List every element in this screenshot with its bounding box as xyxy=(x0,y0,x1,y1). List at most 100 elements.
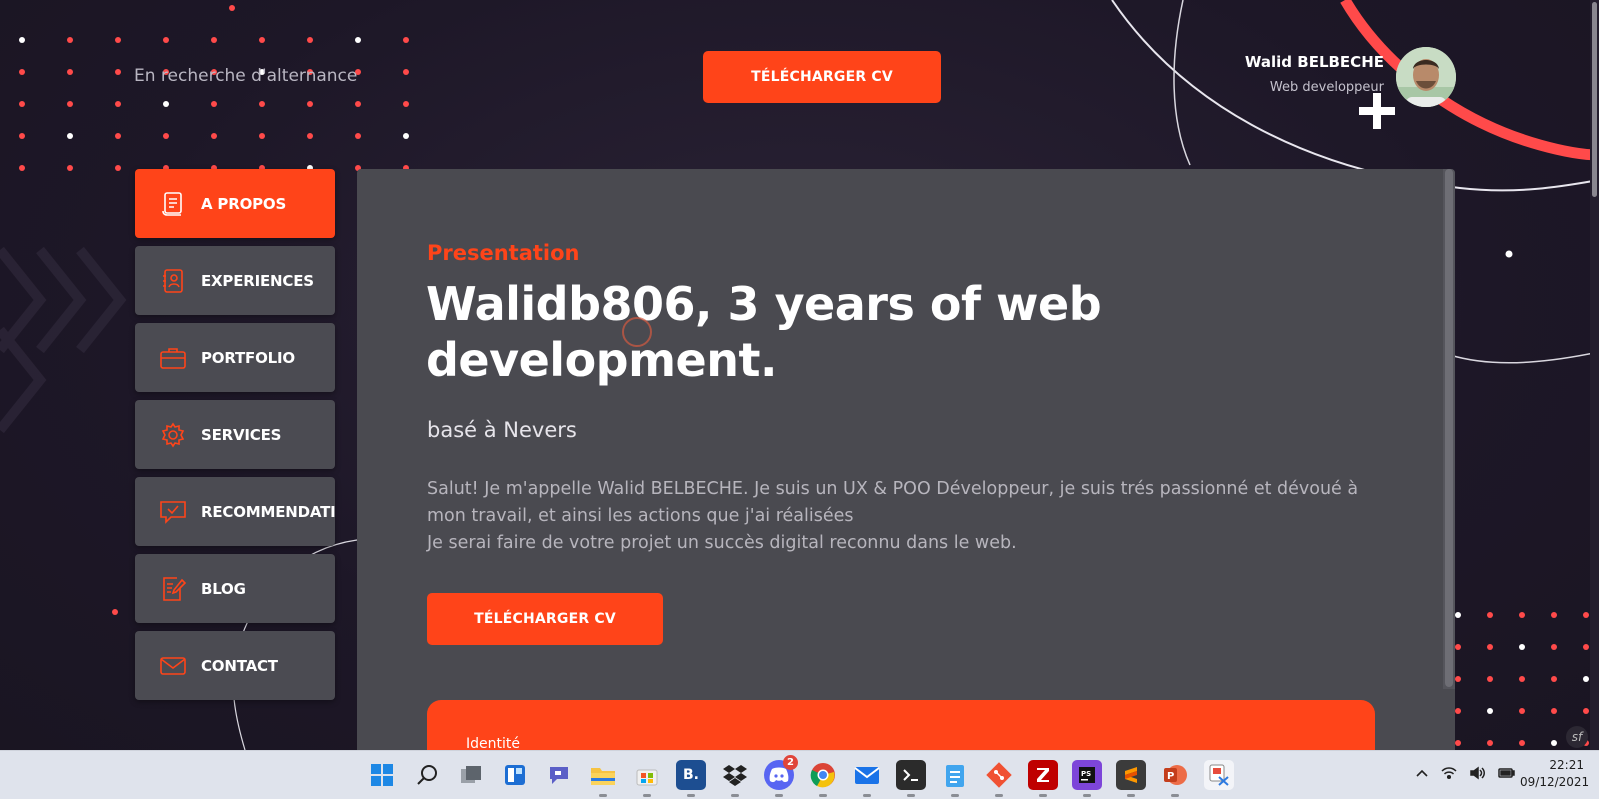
discord-icon[interactable]: 2 xyxy=(764,755,798,797)
gear-icon xyxy=(159,421,187,449)
decorative-dot xyxy=(1519,644,1525,650)
widgets-icon[interactable] xyxy=(500,760,530,790)
sidebar-item-blog[interactable]: BLOG xyxy=(135,554,335,623)
briefcase-icon xyxy=(159,344,187,372)
sidebar-item-recommendations[interactable]: RECOMMENDATI xyxy=(135,477,335,546)
search-icon[interactable] xyxy=(412,760,442,790)
decorative-dot xyxy=(1583,708,1589,714)
page-title: Walidb806, 3 years of web development. xyxy=(426,277,1102,387)
sidebar-item-experiences[interactable]: EXPERIENCES xyxy=(135,246,335,315)
chevron-up-icon[interactable] xyxy=(1415,766,1429,784)
taskbar: B. 2 PS P 22:21 09/12/2021 xyxy=(0,750,1599,799)
clock-date: 09/12/2021 xyxy=(1520,775,1590,789)
phpstorm-icon[interactable]: PS xyxy=(1072,760,1102,797)
volume-icon[interactable] xyxy=(1469,766,1485,784)
git-icon[interactable] xyxy=(984,760,1014,797)
envelope-icon xyxy=(159,652,187,680)
panel-scrollbar[interactable] xyxy=(1443,169,1455,689)
cursor-ring-icon xyxy=(622,317,652,347)
svg-text:PS: PS xyxy=(1081,770,1091,778)
decorative-dot xyxy=(1487,612,1493,618)
sidebar-item-a-propos[interactable]: A PROPOS xyxy=(135,169,335,238)
decorative-dot xyxy=(1455,708,1461,714)
section-eyebrow: Presentation xyxy=(427,241,580,265)
decorative-dot xyxy=(1519,740,1525,746)
sidebar-item-label: A PROPOS xyxy=(201,194,287,213)
file-explorer-icon[interactable] xyxy=(588,760,618,797)
teams-chat-icon[interactable] xyxy=(544,760,574,790)
mail-icon[interactable] xyxy=(852,760,882,797)
bootstrap-studio-icon[interactable]: B. xyxy=(676,760,706,797)
discord-badge: 2 xyxy=(783,755,798,770)
decorative-dot xyxy=(1551,644,1557,650)
sidebar-item-label: PORTFOLIO xyxy=(201,348,295,367)
tagline: En recherche d'alternance xyxy=(134,66,358,86)
filezilla-icon[interactable] xyxy=(1028,760,1058,797)
decorative-dot xyxy=(1455,644,1461,650)
about-panel: Presentation Walidb806, 3 years of web d… xyxy=(357,169,1455,750)
battery-icon[interactable] xyxy=(1497,766,1515,784)
panel-scrollbar-thumb[interactable] xyxy=(1445,169,1453,687)
chrome-icon[interactable] xyxy=(808,760,838,797)
decorative-dot xyxy=(1519,676,1525,682)
identity-label: Identité xyxy=(466,736,520,750)
sidebar-item-contact[interactable]: CONTACT xyxy=(135,631,335,700)
page-scrollbar[interactable] xyxy=(1590,0,1599,750)
decorative-dot xyxy=(1487,740,1493,746)
contact-book-icon xyxy=(159,267,187,295)
wifi-icon[interactable] xyxy=(1441,766,1457,784)
sidebar-nav: A PROPOS EXPERIENCES PORTFOLIO SERVICES … xyxy=(135,169,335,708)
decorative-dot xyxy=(1551,740,1557,746)
bio-line: Je serai faire de votre projet un succès… xyxy=(427,533,1017,553)
decorative-dot xyxy=(1519,708,1525,714)
clock-time: 22:21 xyxy=(1549,758,1584,772)
avatar[interactable] xyxy=(1396,47,1456,107)
edit-document-icon xyxy=(159,575,187,603)
plus-icon[interactable] xyxy=(1357,91,1397,131)
system-clock[interactable]: 22:21 09/12/2021 xyxy=(1520,757,1590,791)
microsoft-store-icon[interactable] xyxy=(632,760,662,797)
chat-check-icon xyxy=(159,498,187,526)
notepad-icon[interactable] xyxy=(940,760,970,797)
dropbox-icon[interactable] xyxy=(720,760,750,797)
sidebar-item-label: CONTACT xyxy=(201,656,278,675)
bio-line: Salut! Je m'appelle Walid BELBECHE. Je s… xyxy=(427,479,1359,526)
identity-card: Identité xyxy=(427,700,1375,750)
decorative-dot xyxy=(1455,740,1461,746)
decorative-dot xyxy=(1487,676,1493,682)
powerpoint-icon[interactable]: P xyxy=(1160,760,1190,797)
svg-text:P: P xyxy=(1167,771,1174,782)
decorative-dot xyxy=(1551,708,1557,714)
terminal-icon[interactable] xyxy=(896,760,926,797)
decorative-dot xyxy=(1551,676,1557,682)
decorative-dot xyxy=(1487,644,1493,650)
sidebar-item-label: SERVICES xyxy=(201,425,282,444)
decorative-dot xyxy=(1583,676,1589,682)
page-scrollbar-thumb[interactable] xyxy=(1592,2,1597,197)
snipping-tool-icon[interactable] xyxy=(1204,760,1234,790)
windows-start-icon[interactable] xyxy=(367,760,397,790)
sidebar-item-label: EXPERIENCES xyxy=(201,271,314,290)
location-text: basé à Nevers xyxy=(427,418,577,442)
sidebar-item-label: BLOG xyxy=(201,579,246,598)
download-cv-button-header[interactable]: TÉLÉCHARGER CV xyxy=(703,51,941,103)
decorative-dot xyxy=(1455,676,1461,682)
sidebar-item-services[interactable]: SERVICES xyxy=(135,400,335,469)
symfony-toolbar-icon[interactable]: sf xyxy=(1566,726,1588,748)
decorative-dot xyxy=(1455,612,1461,618)
decorative-dot xyxy=(1551,612,1557,618)
sidebar-item-label: RECOMMENDATI xyxy=(201,502,335,521)
download-cv-button[interactable]: TÉLÉCHARGER CV xyxy=(427,593,663,645)
system-tray xyxy=(1415,766,1515,784)
bio-text: Salut! Je m'appelle Walid BELBECHE. Je s… xyxy=(427,476,1387,557)
decorative-dot xyxy=(1487,708,1493,714)
portfolio-page: En recherche d'alternance TÉLÉCHARGER CV… xyxy=(0,0,1599,750)
decorative-dot xyxy=(1583,612,1589,618)
sublime-text-icon[interactable] xyxy=(1116,760,1146,797)
decorative-dot xyxy=(1519,612,1525,618)
decorative-dot xyxy=(1583,644,1589,650)
task-view-icon[interactable] xyxy=(456,760,486,790)
sidebar-item-portfolio[interactable]: PORTFOLIO xyxy=(135,323,335,392)
profile-name: Walid BELBECHE xyxy=(1244,53,1384,71)
resume-icon xyxy=(159,190,187,218)
